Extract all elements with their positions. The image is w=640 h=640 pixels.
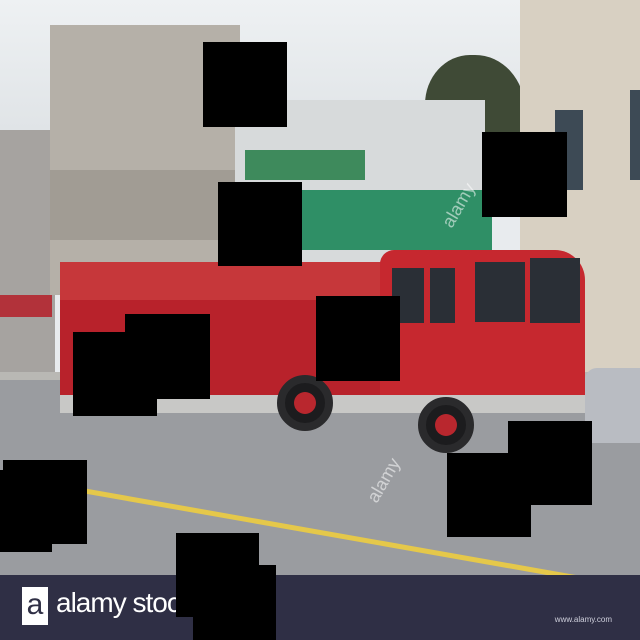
building-balcony <box>50 170 240 240</box>
redaction-box <box>316 296 400 381</box>
windshield <box>530 258 580 323</box>
brand-text: alamy stoc <box>56 587 181 618</box>
parked-car <box>585 368 640 443</box>
wheel <box>277 375 333 431</box>
building-left <box>0 130 55 380</box>
cab-window <box>430 268 455 323</box>
redaction-box <box>447 453 531 537</box>
green-awning <box>245 150 365 180</box>
alamy-logo-icon: a <box>22 587 48 625</box>
red-awning <box>0 295 52 317</box>
cab-window <box>475 262 525 322</box>
redaction-box <box>218 182 302 266</box>
site-url: www.alamy.com <box>554 615 612 624</box>
redaction-box <box>482 132 567 217</box>
window <box>630 90 640 180</box>
wheel <box>418 397 474 453</box>
redaction-box <box>73 332 157 416</box>
redaction-box <box>0 470 52 552</box>
redaction-box <box>193 565 276 640</box>
redaction-box <box>203 42 287 127</box>
